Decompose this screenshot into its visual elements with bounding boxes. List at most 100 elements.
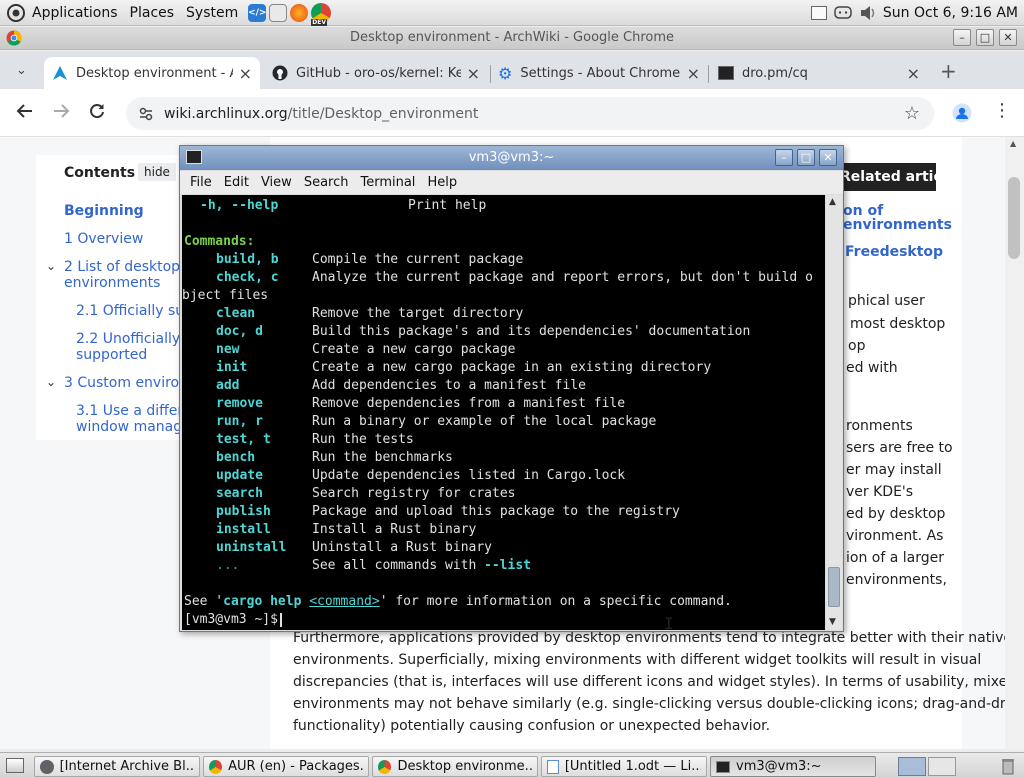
terminal-scrollbar[interactable]: ▲ ▼ bbox=[826, 195, 842, 630]
tab-dro-pm[interactable]: dro.pm/cq × bbox=[710, 57, 928, 89]
forward-button[interactable] bbox=[52, 102, 70, 120]
terminal-maximize-button[interactable]: □ bbox=[797, 149, 815, 166]
chrome-menu-icon[interactable]: ⋮ bbox=[993, 102, 1011, 120]
shell-prompt[interactable]: [vm3@vm3 ~]$ bbox=[184, 611, 282, 629]
toc-collapse-icon[interactable]: ⌄ bbox=[46, 259, 56, 273]
chrome-maximize-button[interactable]: □ bbox=[976, 29, 994, 46]
back-button[interactable] bbox=[16, 102, 34, 120]
chrome-titlebar[interactable]: Desktop environment - ArchWiki - Google … bbox=[0, 27, 1024, 50]
terminal-titlebar[interactable]: vm3@vm3:~ – □ ✕ bbox=[180, 146, 843, 170]
site-info-icon[interactable] bbox=[138, 106, 154, 122]
chrome-window-title: Desktop environment - ArchWiki - Google … bbox=[349, 30, 675, 45]
article-fragment: vironment. As bbox=[846, 528, 944, 544]
article-paragraph-line: functionality) potentially causing confu… bbox=[293, 718, 771, 734]
terminal-menu-file[interactable]: File bbox=[184, 175, 218, 190]
table-of-contents: Contents hide Beginning 1 Overview ⌄ 2 L… bbox=[36, 155, 202, 440]
volume-icon[interactable] bbox=[859, 4, 877, 22]
vscode-launcher-icon[interactable]: </> bbox=[248, 3, 266, 22]
terminal-scrollbar-thumb[interactable] bbox=[828, 567, 840, 607]
window-list-icon[interactable] bbox=[810, 5, 827, 20]
chrome-close-button[interactable]: ✕ bbox=[999, 29, 1017, 46]
clock[interactable]: Sun Oct 6, 9:16 AM bbox=[883, 5, 1018, 21]
toc-hide-button[interactable]: hide bbox=[138, 163, 176, 181]
terminal-screen[interactable]: -h, --help Print help Commands: build, b C… bbox=[182, 195, 825, 630]
workspace-switcher[interactable] bbox=[898, 757, 926, 776]
toc-title: Contents bbox=[64, 165, 136, 181]
toc-link-overview[interactable]: 1 Overview bbox=[64, 231, 143, 247]
address-bar[interactable]: wiki.archlinux.org/title/Desktop_environ… bbox=[126, 97, 934, 130]
applications-icon[interactable] bbox=[6, 3, 26, 23]
command-name: ... bbox=[216, 558, 240, 573]
task-label: vm3@vm3:~ bbox=[736, 759, 822, 774]
taskbar-item-libreoffice[interactable]: [Untitled 1.odt — Li... bbox=[541, 756, 707, 777]
terminal-menu-view[interactable]: View bbox=[255, 175, 298, 190]
toc-link-beginning[interactable]: Beginning bbox=[64, 203, 144, 219]
reload-button[interactable] bbox=[88, 102, 106, 120]
tab-separator bbox=[708, 65, 709, 83]
command-description: Compile the current package bbox=[312, 252, 524, 267]
toc-collapse-icon[interactable]: ⌄ bbox=[46, 375, 56, 389]
tab-close-icon[interactable]: × bbox=[239, 64, 252, 83]
tab-close-icon[interactable]: × bbox=[907, 64, 920, 83]
taskbar-item-terminal[interactable]: vm3@vm3:~ bbox=[710, 756, 876, 777]
chrome-minimize-button[interactable]: – bbox=[953, 29, 971, 46]
commands-header: Commands: bbox=[184, 234, 255, 249]
article-fragment: ion of a larger bbox=[846, 550, 944, 566]
places-menu[interactable]: Places bbox=[124, 5, 181, 21]
applications-menu[interactable]: Applications bbox=[26, 5, 124, 21]
tab-github[interactable]: GitHub - oro-os/kernel: Ke × bbox=[264, 57, 488, 89]
gear-icon: ⚙ bbox=[498, 63, 513, 83]
new-tab-button[interactable]: + bbox=[940, 59, 957, 83]
tab-search-chevron-icon[interactable]: ⌄ bbox=[16, 63, 27, 78]
page-scrollbar[interactable]: ▲ bbox=[1005, 137, 1024, 749]
terminal-favicon-icon bbox=[718, 66, 734, 80]
command-name: remove bbox=[216, 396, 263, 411]
article-paragraph-line: environments. Superficially, mixing envi… bbox=[293, 652, 982, 668]
taskbar-item-internet-archive[interactable]: [Internet Archive Bl... bbox=[34, 756, 200, 777]
tab-settings-about-chrome[interactable]: ⚙ Settings - About Chrome × bbox=[490, 57, 708, 89]
terminal-menu-search[interactable]: Search bbox=[298, 175, 355, 190]
workspace-switcher-2[interactable] bbox=[928, 757, 956, 776]
command-name: init bbox=[216, 360, 248, 375]
show-desktop-icon[interactable] bbox=[6, 758, 24, 773]
page-scrollbar-thumb[interactable] bbox=[1008, 177, 1020, 259]
terminal-title: vm3@vm3:~ bbox=[468, 150, 555, 165]
command-description: See all commands with bbox=[312, 558, 485, 573]
terminal-minimize-button[interactable]: – bbox=[775, 149, 793, 166]
terminal-menu-help[interactable]: Help bbox=[421, 175, 463, 190]
task-label: Desktop environme... bbox=[397, 759, 532, 774]
chat-icon[interactable] bbox=[833, 4, 853, 22]
command-description: Run the benchmarks bbox=[312, 450, 453, 465]
command-description: Build this package's and its dependencie… bbox=[312, 324, 751, 339]
profile-avatar-icon[interactable] bbox=[952, 103, 972, 123]
toc-link-list-of-desktop-cont[interactable]: environments bbox=[64, 275, 160, 291]
tab-close-icon[interactable]: × bbox=[687, 64, 700, 83]
scroll-down-icon[interactable]: ▼ bbox=[829, 617, 836, 627]
command-description: Add dependencies to a manifest file bbox=[312, 378, 586, 393]
toc-link-unofficially-supported[interactable]: 2.2 Unofficially bbox=[76, 331, 180, 347]
chrome-dev-launcher-icon[interactable]: DEV bbox=[311, 2, 332, 26]
terminal-close-button[interactable]: ✕ bbox=[819, 149, 837, 166]
taskbar-item-desktop-environment[interactable]: Desktop environme... bbox=[372, 756, 538, 777]
trash-icon[interactable] bbox=[1000, 757, 1016, 775]
toc-link-unofficially-supported-cont[interactable]: supported bbox=[76, 347, 147, 363]
related-link[interactable]: environments bbox=[843, 218, 952, 232]
terminal-menu-edit[interactable]: Edit bbox=[218, 175, 255, 190]
related-link[interactable]: Freedesktop bbox=[845, 245, 943, 259]
terminal-menu-terminal[interactable]: Terminal bbox=[354, 175, 421, 190]
command-name: search bbox=[216, 486, 263, 501]
related-link[interactable]: on of bbox=[843, 204, 883, 218]
system-menu[interactable]: System bbox=[180, 5, 244, 21]
toc-link-use-different-wm[interactable]: 3.1 Use a differe bbox=[76, 403, 191, 419]
document-launcher-icon[interactable] bbox=[269, 3, 288, 22]
toc-link-list-of-desktop[interactable]: 2 List of desktop bbox=[64, 259, 180, 275]
terminal-window[interactable]: vm3@vm3:~ – □ ✕ File Edit View Search Te… bbox=[179, 145, 844, 632]
bookmark-star-icon[interactable]: ☆ bbox=[904, 103, 920, 124]
tab-desktop-environment[interactable]: Desktop environment - ArchWiki × bbox=[44, 57, 260, 89]
taskbar-item-aur[interactable]: AUR (en) - Packages... bbox=[203, 756, 369, 777]
article-fragment: phical user bbox=[848, 293, 925, 309]
scroll-up-icon[interactable]: ▲ bbox=[1010, 139, 1016, 148]
tab-close-icon[interactable]: × bbox=[467, 64, 480, 83]
firefox-launcher-icon[interactable] bbox=[290, 3, 309, 22]
scroll-up-icon[interactable]: ▲ bbox=[829, 197, 836, 207]
